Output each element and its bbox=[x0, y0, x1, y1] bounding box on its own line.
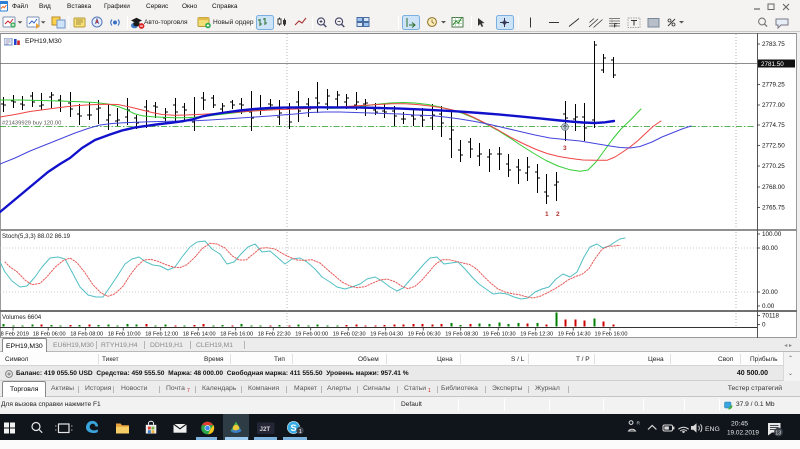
svg-text:19 Feb 12:30: 19 Feb 12:30 bbox=[520, 332, 553, 338]
svg-text:19 Feb 08:30: 19 Feb 08:30 bbox=[445, 332, 478, 338]
svg-text:18 Feb 08:00: 18 Feb 08:00 bbox=[70, 332, 103, 338]
svg-text:0: 0 bbox=[762, 322, 766, 329]
svg-text:ENG: ENG bbox=[705, 426, 720, 433]
svg-text:18 Feb 10:00: 18 Feb 10:00 bbox=[108, 332, 141, 338]
svg-text:19 Feb 16:00: 19 Feb 16:00 bbox=[595, 332, 628, 338]
svg-text:19 Feb 04:30: 19 Feb 04:30 bbox=[370, 332, 403, 338]
svg-text:18 Feb 16:00: 18 Feb 16:00 bbox=[220, 332, 253, 338]
svg-text:2768.00: 2768.00 bbox=[762, 184, 785, 191]
svg-text:2765.75: 2765.75 bbox=[762, 205, 785, 212]
svg-text:2770.25: 2770.25 bbox=[762, 163, 785, 170]
svg-text:20:45: 20:45 bbox=[731, 421, 748, 428]
svg-text:18 Feb 22:30: 18 Feb 22:30 bbox=[258, 332, 291, 338]
svg-text:1: 1 bbox=[545, 211, 549, 218]
svg-text:18 Feb 14:00: 18 Feb 14:00 bbox=[183, 332, 216, 338]
svg-text:#21439929 buy 120.00: #21439929 buy 120.00 bbox=[2, 121, 61, 127]
svg-text:2772.50: 2772.50 bbox=[762, 143, 785, 150]
svg-text:Volumes 6604: Volumes 6604 bbox=[2, 314, 42, 321]
svg-text:18 Feb 12:00: 18 Feb 12:00 bbox=[145, 332, 178, 338]
svg-text:F: F bbox=[614, 24, 617, 30]
svg-text:2779.25: 2779.25 bbox=[762, 82, 785, 89]
svg-text:R: R bbox=[637, 421, 641, 427]
svg-text:70118: 70118 bbox=[762, 313, 780, 320]
svg-text:19 Feb 02:30: 19 Feb 02:30 bbox=[333, 332, 366, 338]
svg-text:13: 13 bbox=[775, 430, 781, 436]
svg-text:S: S bbox=[291, 423, 297, 433]
svg-text:19 Feb 00:00: 19 Feb 00:00 bbox=[295, 332, 328, 338]
svg-text:18 Feb 06:00: 18 Feb 06:00 bbox=[33, 332, 66, 338]
svg-text:19.02.2019: 19.02.2019 bbox=[727, 430, 759, 437]
svg-text:0.00: 0.00 bbox=[762, 303, 775, 310]
svg-text:80.00: 80.00 bbox=[762, 245, 778, 252]
svg-text:Stoch(5,3,3) 88.02 86.19: Stoch(5,3,3) 88.02 86.19 bbox=[2, 233, 71, 240]
svg-text:19 Feb 14:30: 19 Feb 14:30 bbox=[558, 332, 591, 338]
svg-text:18 Feb 2019: 18 Feb 2019 bbox=[0, 332, 29, 338]
svg-text:3: 3 bbox=[563, 145, 567, 152]
svg-text:19 Feb 10:30: 19 Feb 10:30 bbox=[483, 332, 516, 338]
svg-text:19 Feb 06:30: 19 Feb 06:30 bbox=[408, 332, 441, 338]
svg-text:J2T: J2T bbox=[260, 426, 271, 433]
svg-text:2: 2 bbox=[556, 211, 560, 218]
svg-text:100.00: 100.00 bbox=[762, 231, 782, 238]
svg-text:2774.75: 2774.75 bbox=[762, 122, 785, 129]
svg-text:2781.50: 2781.50 bbox=[761, 61, 784, 68]
svg-text:20.00: 20.00 bbox=[762, 289, 778, 296]
svg-text:2777.00: 2777.00 bbox=[762, 102, 785, 109]
svg-text:2783.75: 2783.75 bbox=[762, 41, 785, 48]
svg-text:1: 1 bbox=[299, 429, 302, 435]
